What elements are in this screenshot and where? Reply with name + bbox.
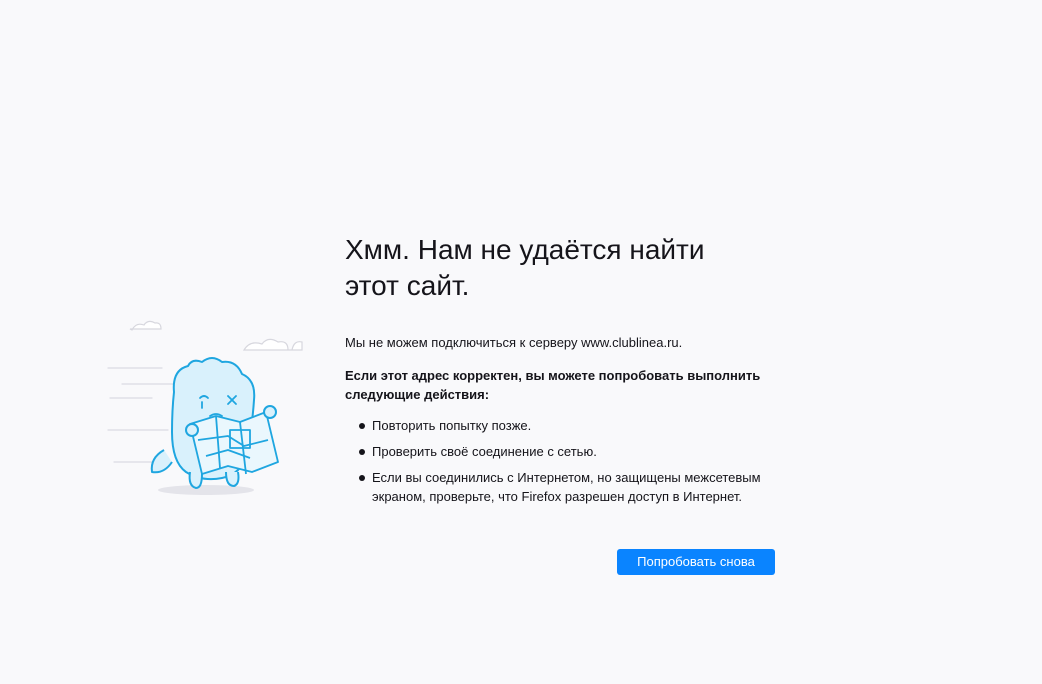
advice-item: Проверить своё соединение с сетью. bbox=[345, 442, 772, 461]
map-icon bbox=[189, 411, 279, 475]
motion-lines bbox=[107, 367, 177, 463]
advice-heading: Если этот адрес корректен, вы можете поп… bbox=[345, 368, 761, 402]
monster-foot-right bbox=[225, 471, 240, 488]
monster-hand-left bbox=[185, 423, 199, 437]
shadow bbox=[158, 485, 254, 495]
error-page: Хмм. Нам не удаётся найти этот сайт. Мы … bbox=[0, 0, 1042, 684]
advice-item: Повторить попытку позже. bbox=[345, 416, 772, 435]
error-content: Хмм. Нам не удаётся найти этот сайт. Мы … bbox=[345, 232, 785, 513]
bullet-icon bbox=[359, 423, 365, 429]
advice-item-text: Проверить своё соединение с сетью. bbox=[372, 444, 597, 459]
cloud-right bbox=[242, 338, 303, 351]
error-intro: Мы не можем подключиться к серверу www.c… bbox=[345, 335, 683, 350]
retry-button[interactable]: Попробовать снова bbox=[617, 549, 775, 575]
monster-foot-left bbox=[188, 471, 203, 490]
confused-monster-with-map-icon bbox=[107, 320, 303, 495]
error-title: Хмм. Нам не удаётся найти этот сайт. bbox=[345, 234, 705, 301]
advice-item-text: Если вы соединились с Интернетом, но защ… bbox=[372, 470, 761, 504]
monster-hand-right bbox=[263, 405, 277, 419]
advice-item: Если вы соединились с Интернетом, но защ… bbox=[345, 468, 772, 506]
advice-item-text: Повторить попытку позже. bbox=[372, 418, 532, 433]
cloud-left bbox=[129, 320, 162, 331]
advice-list: Повторить попытку позже. Проверить своё … bbox=[345, 416, 785, 506]
monster-tail bbox=[150, 449, 173, 474]
bullet-icon bbox=[359, 449, 365, 455]
bullet-icon bbox=[359, 475, 365, 481]
